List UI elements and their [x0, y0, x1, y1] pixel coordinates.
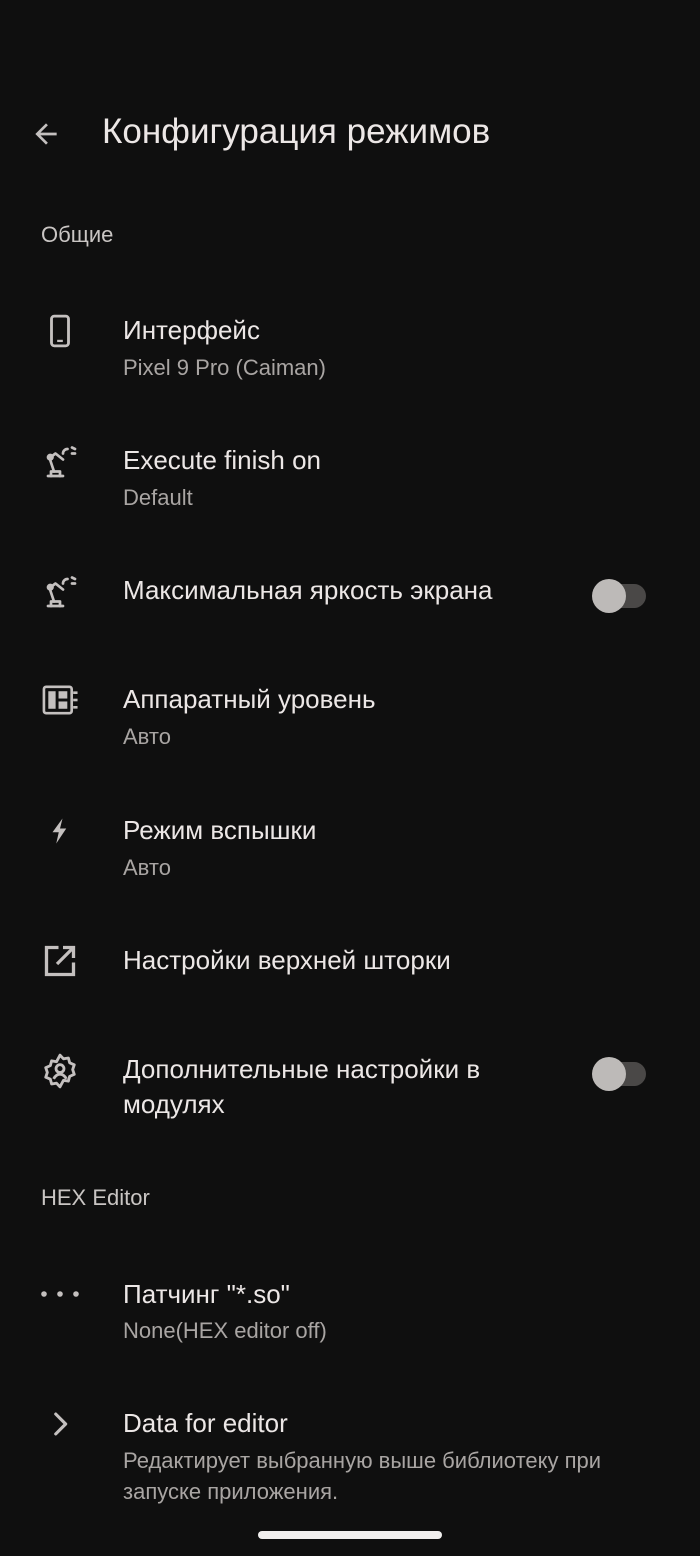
phone-icon [40, 311, 80, 351]
arrow-back-icon [35, 123, 57, 145]
setting-summary: Default [123, 485, 193, 510]
gesture-nav-handle[interactable] [258, 1531, 442, 1539]
setting-data-for-editor[interactable]: Data for editor Редактирует выбранную вы… [0, 1399, 700, 1514]
setting-title: Execute finish on [123, 445, 322, 475]
robot-arm-icon [40, 571, 80, 611]
setting-hardware-level[interactable]: Аппаратный уровень Авто [0, 675, 700, 775]
max-brightness-toggle[interactable] [592, 576, 648, 613]
setting-title-line1: Дополнительные настройки в [123, 1054, 481, 1084]
setting-summary: None(HEX editor off) [123, 1318, 327, 1343]
toggle-thumb [592, 1057, 626, 1091]
setting-extra-modules[interactable]: Дополнительные настройки в модулях [0, 1045, 700, 1125]
section-header-hex-editor: HEX Editor [41, 1185, 150, 1210]
setting-title: Data for editor [123, 1408, 288, 1438]
page-title: Конфигурация режимов [102, 112, 491, 151]
chip-icon [40, 680, 80, 720]
setting-summary-line2: запуске приложения. [123, 1479, 339, 1504]
open-in-new-icon [40, 941, 80, 981]
setting-flash-mode[interactable]: Режим вспышки Авто [0, 806, 700, 906]
more-horiz-icon [40, 1274, 80, 1314]
robot-arm-icon [40, 441, 80, 481]
setting-max-brightness[interactable]: Максимальная яркость экрана [0, 566, 700, 622]
section-header-general: Общие [41, 222, 114, 247]
setting-title: Аппаратный уровень [123, 684, 376, 714]
toggle-thumb [592, 579, 626, 613]
app-bar: Конфигурация режимов [0, 0, 700, 200]
setting-title-line2: модулях [123, 1089, 225, 1119]
setting-title: Максимальная яркость экрана [123, 575, 493, 605]
setting-title: Режим вспышки [123, 815, 317, 845]
setting-summary: Авто [123, 855, 171, 880]
setting-summary: Авто [123, 724, 171, 749]
setting-summary-line1: Редактирует выбранную выше библиотеку пр… [123, 1448, 602, 1473]
setting-execute-finish[interactable]: Execute finish on Default [0, 436, 700, 536]
module-gear-icon [40, 1051, 80, 1091]
chevron-right-icon [40, 1404, 80, 1444]
setting-top-shade[interactable]: Настройки верхней шторки [0, 936, 700, 992]
setting-patching-so[interactable]: Патчинг "*.so" None(HEX editor off) [0, 1270, 700, 1370]
setting-title: Патчинг "*.so" [123, 1279, 290, 1309]
setting-title: Настройки верхней шторки [123, 945, 451, 975]
setting-title: Интерфейс [123, 315, 260, 345]
flash-icon [40, 811, 80, 851]
setting-summary: Pixel 9 Pro (Caiman) [123, 355, 326, 380]
extra-modules-toggle[interactable] [592, 1054, 648, 1091]
setting-interface[interactable]: Интерфейс Pixel 9 Pro (Caiman) [0, 305, 700, 405]
back-button[interactable] [22, 110, 70, 158]
